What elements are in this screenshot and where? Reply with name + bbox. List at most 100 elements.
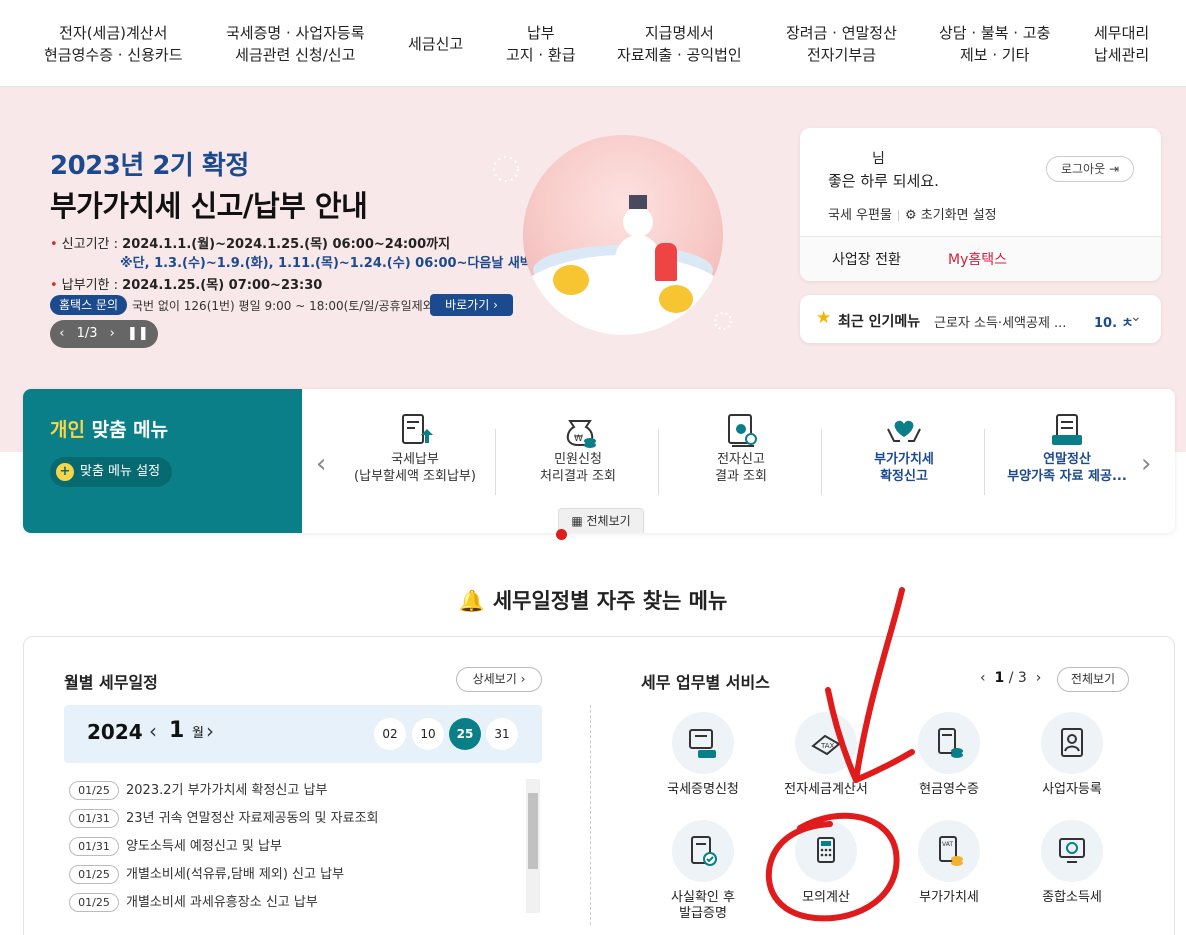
service-certificate[interactable]: 국세증명신청	[648, 712, 758, 798]
inquiry-text: 국번 없이 126(1번) 평일 9:00 ~ 18:00(토/일/공휴일제외)	[132, 299, 439, 313]
nav-tax-filing[interactable]: 세금신고	[408, 33, 463, 55]
filing-period-note: ※단, 1.3.(수)~1.9.(화), 1.11.(목)~1.24.(수) 0…	[120, 256, 569, 271]
star-icon: ★	[816, 308, 832, 328]
sparkle-icon	[714, 312, 732, 330]
day-chip[interactable]: 10	[412, 718, 444, 750]
user-card: 님 좋은 하루 되세요. 로그아웃 ⇥ 국세 우편물 ⚙ 초기화면 설정 사업장 …	[800, 128, 1161, 281]
prev-month-icon[interactable]: ‹	[149, 719, 157, 743]
bell-icon: 🔔	[458, 589, 485, 613]
service-cash-receipt[interactable]: 현금영수증	[894, 712, 1004, 798]
service-business-registration[interactable]: 사업자등록	[1017, 712, 1127, 798]
svg-text:₩: ₩	[574, 434, 583, 444]
service-vat[interactable]: VAT 부가가치세	[894, 820, 1004, 906]
tax-invoice-icon: TAX	[811, 734, 841, 756]
service-tax-invoice[interactable]: TAX 전자세금계산서	[771, 712, 881, 798]
pm-item-vat-filing[interactable]: 부가가치세 확정신고	[824, 411, 984, 507]
go-button[interactable]: 바로가기 ›	[430, 294, 513, 316]
day-chip[interactable]: 31	[486, 718, 518, 750]
banner-pager[interactable]: ‹ 1/3 › ❚❚	[50, 320, 158, 348]
nav-tax-agent[interactable]: 세무대리 납세관리	[1094, 22, 1149, 66]
plus-icon: +	[56, 462, 74, 481]
pm-item-civil-request[interactable]: ₩ 민원신청 처리결과 조회	[498, 411, 658, 507]
popular-title: 최근 인기메뉴	[838, 314, 921, 330]
service-income-tax[interactable]: 종합소득세	[1017, 820, 1127, 906]
service-fact-check[interactable]: 사실확인 후 발급증명	[648, 820, 758, 922]
switch-business-button[interactable]: 사업장 전환	[832, 249, 901, 269]
next-icon[interactable]: ›	[110, 320, 115, 348]
services-all-button[interactable]: 전체보기	[1057, 667, 1129, 692]
grid-icon: ▦	[571, 514, 583, 528]
personal-menu: 개인 맞춤 메뉴 + 맞춤 메뉴 설정 ‹ › 국세납부 (납부할세액 조회납부) …	[23, 389, 1175, 533]
schedule-row[interactable]: 01/25 개별소비세 과세유흥장소 신고 납부	[69, 891, 519, 919]
view-all-tab[interactable]: ▦ 전체보기	[558, 508, 644, 533]
user-greeting: 좋은 하루 되세요.	[828, 172, 939, 190]
day-chip-active[interactable]: 25	[449, 718, 481, 750]
calendar-detail-button[interactable]: 상세보기 ›	[456, 667, 542, 692]
section-heading: 🔔 세무일정별 자주 찾는 메뉴	[458, 589, 728, 613]
top-navigation: 전자(세금)계산서 현금영수증 · 신용카드 국세증명 · 사업자등록 세금관련 신…	[0, 0, 1186, 87]
schedule-scrollbar[interactable]	[526, 779, 540, 913]
income-tax-icon	[1059, 838, 1085, 863]
nav-certificate[interactable]: 국세증명 · 사업자등록 세금관련 신청/신고	[226, 22, 365, 66]
hero-title: 부가가치세 신고/납부 안내	[50, 189, 368, 223]
pm-item-year-end[interactable]: 연말정산 부양가족 자료 제공...	[987, 411, 1147, 507]
nav-payment-statement[interactable]: 지급명세서 자료제출 · 공익법인	[617, 22, 742, 66]
next-month-icon[interactable]: ›	[206, 719, 214, 743]
calendar-month: 1 월	[169, 718, 204, 743]
vat-icon: VAT	[939, 836, 963, 866]
user-card-footer: 사업장 전환 My홈택스	[800, 236, 1161, 281]
schedule-row[interactable]: 01/31 양도소득세 예정신고 및 납부	[69, 835, 519, 863]
schedule-list: 01/25 2023.2기 부가가치세 확정신고 납부 01/31 23년 귀속 연…	[69, 779, 519, 919]
inquiry-badge: 홈택스 문의	[50, 295, 128, 315]
money-bag-icon: ₩	[566, 420, 596, 448]
sparkle-icon	[493, 156, 519, 182]
user-links: 국세 우편물 ⚙ 초기화면 설정	[828, 204, 997, 223]
hero-year-title: 2023년 2기 확정	[50, 151, 249, 181]
pm-item-e-filing[interactable]: 전자신고 결과 조회	[661, 411, 821, 507]
menu-setting-button[interactable]: + 맞춤 메뉴 설정	[50, 457, 173, 487]
services-title: 세무 업무별 서비스	[641, 673, 770, 692]
day-chip[interactable]: 02	[374, 718, 406, 750]
personal-menu-title: 개인 맞춤 메뉴	[50, 419, 169, 441]
nav-payment[interactable]: 납부 고지 · 환급	[506, 22, 576, 66]
popular-rank: 10. ㅊ	[1094, 316, 1134, 331]
my-hometax-button[interactable]: My홈택스	[948, 249, 1007, 269]
svg-text:VAT: VAT	[942, 841, 953, 848]
nav-incentive[interactable]: 장려금 · 연말정산 전자기부금	[786, 22, 897, 66]
schedule-row[interactable]: 01/31 23년 귀속 연말정산 자료제공동의 및 자료조회	[69, 807, 519, 835]
e-filing-icon	[728, 414, 757, 447]
filing-period: • 신고기간 : 2024.1.1.(월)~2024.1.25.(목) 06:00…	[50, 237, 451, 252]
heart-hands-icon	[887, 420, 921, 442]
pm-item-tax-payment[interactable]: 국세납부 (납부할세액 조회납부)	[335, 411, 495, 507]
chevron-left-icon[interactable]: ‹	[316, 449, 326, 479]
svg-text:TAX: TAX	[820, 742, 835, 750]
gear-icon: ⚙	[904, 208, 917, 223]
schedule-service-panel: 월별 세무일정 상세보기 › 2024 ‹ 1 월 › 02 10 25 31 …	[23, 636, 1175, 935]
user-name: 님	[872, 151, 885, 167]
personal-menu-header: 개인 맞춤 메뉴 + 맞춤 메뉴 설정	[23, 389, 302, 533]
prev-page-icon[interactable]: ‹	[980, 670, 986, 686]
calendar-year: 2024	[87, 720, 143, 744]
nav-e-invoice[interactable]: 전자(세금)계산서 현금영수증 · 신용카드	[44, 22, 183, 66]
schedule-row[interactable]: 01/25 개별소비세(석유류,담배 제외) 신고 납부	[69, 863, 519, 891]
popular-menu-bar[interactable]: ★ 최근 인기메뉴 근로자 소득·세액공제 ... 10. ㅊ ⌄	[800, 295, 1161, 343]
document-folder-icon	[1052, 414, 1082, 445]
prev-icon[interactable]: ‹	[59, 320, 64, 348]
schedule-row[interactable]: 01/25 2023.2기 부가가치세 확정신고 납부	[69, 779, 519, 807]
mailbox-link[interactable]: 국세 우편물	[828, 208, 892, 223]
fact-check-icon	[691, 836, 717, 866]
service-mock-calculation[interactable]: 모의계산	[771, 820, 881, 906]
receipt-icon	[938, 728, 963, 758]
calendar-header: 2024 ‹ 1 월 › 02 10 25 31	[64, 705, 542, 763]
services-pager: ‹ 1 / 3 ›	[980, 670, 1042, 686]
red-dot-marker	[556, 529, 567, 540]
tax-payment-icon	[402, 414, 433, 444]
logout-icon: ⇥	[1108, 162, 1120, 176]
next-page-icon[interactable]: ›	[1036, 670, 1042, 686]
popular-item[interactable]: 근로자 소득·세액공제 ...	[934, 312, 1082, 331]
nav-consultation[interactable]: 상담 · 불복 · 고충 제보 · 기타	[939, 22, 1050, 66]
home-setting-link[interactable]: 초기화면 설정	[921, 208, 997, 223]
chevron-down-icon[interactable]: ⌄	[1130, 309, 1142, 325]
logout-button[interactable]: 로그아웃 ⇥	[1046, 156, 1134, 182]
pause-icon[interactable]: ❚❚	[127, 320, 149, 348]
